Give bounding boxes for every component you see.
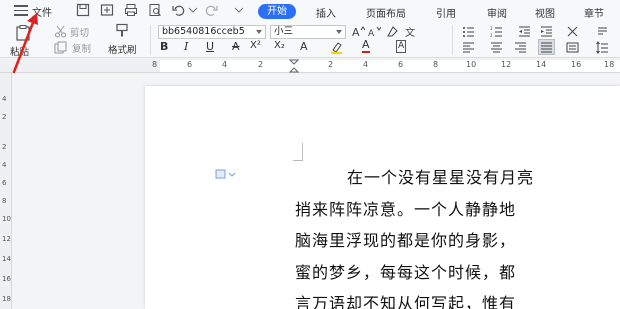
font-size-select[interactable]: 小三: [270, 25, 346, 39]
ruler-number: 4: [222, 60, 228, 69]
chevron-down-icon: [256, 30, 262, 34]
ribbon-toolbar: 粘贴 剪切 复制 格式刷 bb6540816cceb5 小三 A A 文 B I…: [0, 22, 620, 58]
tab-page-layout[interactable]: 页面布局: [366, 5, 406, 20]
ruler-number: 12: [2, 235, 11, 243]
document-page[interactable]: 在一个没有星星没有月亮 捎来阵阵凉意。一个人静静地 脑海里浮现的都是你的身影， …: [145, 86, 620, 309]
char-border-button[interactable]: A: [396, 40, 407, 53]
justify-icon[interactable]: [538, 39, 555, 55]
highlight-icon[interactable]: [330, 41, 343, 54]
divider: [452, 25, 453, 55]
ruler-number: 2: [328, 60, 334, 69]
ruler-number: 18: [2, 295, 11, 303]
print-preview-icon[interactable]: [148, 3, 162, 17]
document-line[interactable]: 脑海里浮现的都是你的身影，: [295, 227, 516, 251]
ruler-number: 10: [466, 60, 477, 69]
ruler-number: 4: [363, 60, 369, 69]
text-effect-button[interactable]: A: [300, 40, 308, 53]
menu-bar: 文件 开始 插入 页面布局 引用 审阅 视图 章节: [0, 0, 620, 22]
decrease-indent-icon[interactable]: [518, 25, 531, 38]
chevron-down-icon: [336, 30, 342, 34]
print-icon[interactable]: [124, 3, 138, 17]
divider: [150, 25, 151, 55]
ruler-number: 6: [2, 179, 7, 187]
ruler-text-area: [160, 60, 620, 72]
vertical-ruler[interactable]: 4 2 2 4 6 8 10 12 14 16 18: [0, 73, 12, 309]
superscript-button[interactable]: X²: [250, 40, 261, 51]
chinese-layout-icon[interactable]: [566, 25, 579, 38]
tab-review[interactable]: 审阅: [487, 5, 507, 20]
numbering-icon[interactable]: 12: [490, 25, 503, 38]
tab-section[interactable]: 章节: [584, 5, 604, 20]
ruler-number: 16: [2, 275, 11, 283]
bullets-icon[interactable]: [462, 25, 475, 38]
redo-icon[interactable]: [204, 3, 218, 17]
undo-dropdown-icon[interactable]: [186, 3, 200, 17]
bold-button[interactable]: B: [160, 40, 168, 53]
indent-marker-icon[interactable]: [289, 59, 299, 73]
ruler-number: 8: [152, 60, 158, 69]
tab-insert[interactable]: 插入: [316, 5, 336, 20]
save-icon[interactable]: [76, 3, 90, 17]
line-spacing-icon[interactable]: [596, 41, 609, 54]
italic-button[interactable]: I: [184, 40, 188, 53]
copy-icon[interactable]: [54, 41, 67, 54]
strikethrough-button[interactable]: A: [232, 40, 240, 53]
increase-indent-icon[interactable]: [540, 25, 553, 38]
ruler-number: 6: [187, 60, 193, 69]
undo-icon[interactable]: [172, 3, 186, 17]
document-line[interactable]: 蜜的梦乡，每每这个时候，都: [295, 259, 516, 283]
phonetic-guide-icon[interactable]: 文: [404, 25, 417, 38]
align-left-icon[interactable]: [462, 41, 475, 54]
align-right-icon[interactable]: [514, 41, 527, 54]
font-name-value: bb6540816cceb5: [162, 26, 245, 37]
underline-button[interactable]: U: [206, 40, 214, 53]
font-color-button[interactable]: A: [362, 39, 370, 53]
shrink-font-icon[interactable]: A: [368, 25, 381, 38]
margin-corner-mark: [293, 143, 303, 161]
svg-text:1: 1: [490, 26, 493, 31]
distribute-icon[interactable]: [566, 41, 579, 54]
ruler-number: 18: [604, 60, 615, 69]
ruler-number: 8: [433, 60, 439, 69]
clear-format-icon[interactable]: [386, 25, 399, 38]
ruler-number: 8: [2, 197, 7, 205]
ruler-number: 10: [2, 215, 11, 223]
horizontal-ruler[interactable]: 8 6 4 2 2 4 6 8 10 12 14 16 18: [0, 59, 620, 73]
ruler-number: 16: [571, 60, 582, 69]
font-name-select[interactable]: bb6540816cceb5: [158, 25, 266, 39]
document-line[interactable]: 言万语却不知从何写起，惟有: [295, 290, 516, 309]
ruler-number: 12: [501, 60, 512, 69]
customize-dropdown-icon[interactable]: [232, 3, 246, 17]
svg-text:A: A: [352, 26, 360, 38]
copy-button[interactable]: 复制: [72, 41, 91, 55]
ruler-number: 2: [2, 143, 7, 151]
ruler-number: 2: [258, 60, 264, 69]
tab-home[interactable]: 开始: [258, 4, 296, 19]
format-painter-icon[interactable]: [114, 23, 130, 39]
font-size-value: 小三: [274, 26, 294, 37]
ruler-number: 14: [536, 60, 547, 69]
tab-view[interactable]: 视图: [535, 5, 555, 20]
svg-text:A: A: [368, 29, 375, 38]
grow-font-icon[interactable]: A: [352, 25, 365, 38]
align-center-icon[interactable]: [490, 41, 503, 54]
format-painter-button[interactable]: 格式刷: [108, 42, 137, 56]
svg-text:2: 2: [490, 33, 493, 38]
tab-references[interactable]: 引用: [436, 5, 456, 20]
document-line[interactable]: 捎来阵阵凉意。一个人静静地: [295, 196, 516, 220]
ruler-number: 6: [398, 60, 404, 69]
cut-icon[interactable]: [54, 25, 67, 38]
ruler-number: 2: [2, 113, 7, 121]
red-arrow-annotation: [12, 13, 38, 74]
paragraph-handle-icon[interactable]: [215, 169, 237, 179]
show-marks-icon[interactable]: [596, 25, 609, 38]
ruler-number: 4: [2, 95, 7, 103]
svg-text:文: 文: [405, 26, 415, 38]
subscript-button[interactable]: X₂: [274, 40, 285, 51]
cut-button[interactable]: 剪切: [70, 25, 89, 39]
ruler-number: 14: [2, 255, 11, 263]
export-icon[interactable]: [100, 3, 114, 17]
ruler-number: 4: [2, 161, 7, 169]
document-line[interactable]: 在一个没有星星没有月亮: [347, 164, 534, 188]
